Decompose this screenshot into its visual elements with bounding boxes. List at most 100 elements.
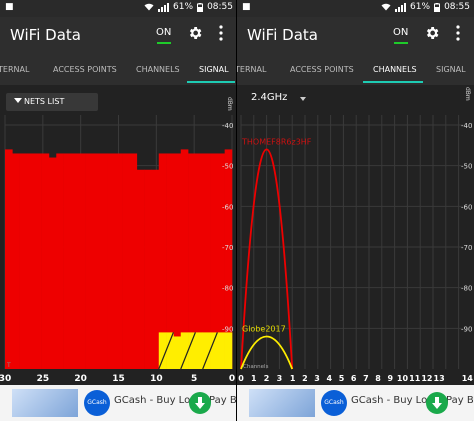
gear-icon[interactable] (424, 25, 440, 41)
cell-signal-icon (158, 2, 170, 12)
bar (41, 153, 50, 369)
bar (107, 153, 116, 369)
download-button[interactable] (189, 392, 211, 414)
bar (173, 336, 182, 369)
bar (188, 332, 196, 369)
bar (136, 169, 145, 369)
bar (129, 153, 138, 369)
download-arrow-icon (432, 397, 442, 409)
bar (224, 332, 233, 369)
gcash-logo: GCash (321, 390, 347, 416)
x-tick-label: 6 (351, 374, 357, 383)
x-tick-label: 8 (375, 374, 381, 383)
triangle-down-icon[interactable] (300, 97, 306, 101)
download-arrow-icon (195, 397, 205, 409)
x-tick-label: 10 (150, 374, 163, 384)
x-tick-label: 0 (229, 374, 235, 384)
x-tick-label: 2 (264, 374, 270, 383)
active-tab-indicator (187, 81, 235, 83)
app-bar: WiFi Data ON (237, 17, 474, 55)
scan-toggle[interactable]: ON (156, 27, 171, 38)
more-vert-icon[interactable] (219, 25, 223, 41)
bar (12, 153, 20, 369)
bar (144, 169, 152, 369)
corner-label: T (6, 362, 11, 369)
ad-thumbnail (249, 389, 315, 417)
bar (122, 153, 130, 369)
y-tick-label: -80 (461, 285, 472, 293)
x-tick-label: 25 (37, 374, 50, 384)
x-tick-label: 9 (388, 374, 394, 383)
bar (19, 153, 28, 369)
nets-list-button[interactable]: NETS LIST (6, 93, 98, 111)
bar (202, 332, 211, 369)
active-tab-indicator (363, 81, 423, 83)
tab-access-points[interactable]: ACCESS POINTS (290, 65, 354, 74)
tab-channels[interactable]: CHANNELS (136, 65, 180, 74)
x-tick-label: 2 (302, 374, 308, 383)
x-tick-label: 13 (434, 374, 445, 383)
bar (70, 153, 79, 369)
bar (166, 332, 174, 369)
y-tick-label: -90 (222, 325, 233, 333)
tab-channels[interactable]: CHANNELS (373, 65, 417, 74)
x-tick-label: 5 (191, 374, 197, 384)
gear-icon[interactable] (187, 25, 203, 41)
x-tick-label: 0 (238, 374, 244, 383)
bar (151, 169, 160, 369)
more-vert-icon[interactable] (456, 25, 460, 41)
bar (26, 153, 35, 369)
bar (85, 153, 94, 369)
toggle-indicator (394, 42, 408, 44)
bar (158, 332, 167, 369)
y-tick-label: -90 (461, 325, 472, 333)
x-tick-label: 3 (277, 374, 283, 383)
y-tick-label: -70 (222, 244, 233, 252)
bar (195, 332, 204, 369)
x-tick-label: 15 (112, 374, 125, 384)
tab-signal[interactable]: SIGNAL (199, 65, 229, 74)
ad-banner[interactable]: GCash GCash - Buy Load, Pay Bills, Se... (0, 385, 237, 421)
clock: 08:55 (207, 2, 233, 12)
y-tick-label: -50 (461, 163, 472, 171)
x-tick-label: 10 (397, 374, 409, 383)
y-tick-label: -40 (222, 122, 233, 130)
network-label: Globe2017 (242, 324, 286, 333)
bar (56, 153, 64, 369)
y-tick-label: -40 (461, 122, 472, 130)
tab-access-points[interactable]: ACCESS POINTS (53, 65, 117, 74)
tab-internal[interactable]: TERNAL (237, 65, 266, 74)
triangle-down-icon (14, 98, 22, 103)
x-tick-label: 30 (0, 374, 11, 384)
bar (217, 332, 225, 369)
channels-chart: THOMEF8R6z3HF Globe2017 Channels dBm -40 -50 -… (238, 87, 474, 383)
battery-percent: 61% (173, 2, 194, 12)
tab-signal[interactable]: SIGNAL (436, 65, 466, 74)
app-title: WiFi Data (10, 26, 81, 44)
wifi-icon (381, 3, 391, 11)
bar (180, 332, 189, 369)
network-label: THOMEF8R6z3HF (241, 137, 312, 146)
bar (34, 153, 42, 369)
cell-signal-icon (395, 2, 407, 12)
clock: 08:55 (444, 2, 470, 12)
bar (78, 153, 86, 369)
y-tick-label: -60 (461, 203, 472, 211)
x-tick-label: 4 (327, 374, 333, 383)
notification-icon: ■ (5, 2, 14, 12)
wifi-icon (144, 3, 154, 11)
battery-percent: 61% (410, 2, 431, 12)
channels-panel: ■ 61% 08:55 WiFi Data ON TERNAL ACCESS P… (237, 0, 474, 421)
bar (210, 332, 218, 369)
y-tick-label: -70 (461, 244, 472, 252)
band-selector[interactable]: 2.4GHz (251, 92, 287, 103)
app-title: WiFi Data (247, 26, 318, 44)
gcash-logo: GCash (84, 390, 110, 416)
x-tick-label: 7 (363, 374, 369, 383)
signal-chart: dBm -40 -50 -60 -70 -80 -90 30 25 20 15 10 5 0 T (0, 97, 235, 384)
x-tick-label: 14 (462, 374, 474, 383)
ad-banner[interactable]: GCash GCash - Buy Load, Pay Bills, Se... (237, 385, 474, 421)
download-button[interactable] (426, 392, 448, 414)
tab-internal[interactable]: TERNAL (0, 65, 29, 74)
scan-toggle[interactable]: ON (393, 27, 408, 38)
